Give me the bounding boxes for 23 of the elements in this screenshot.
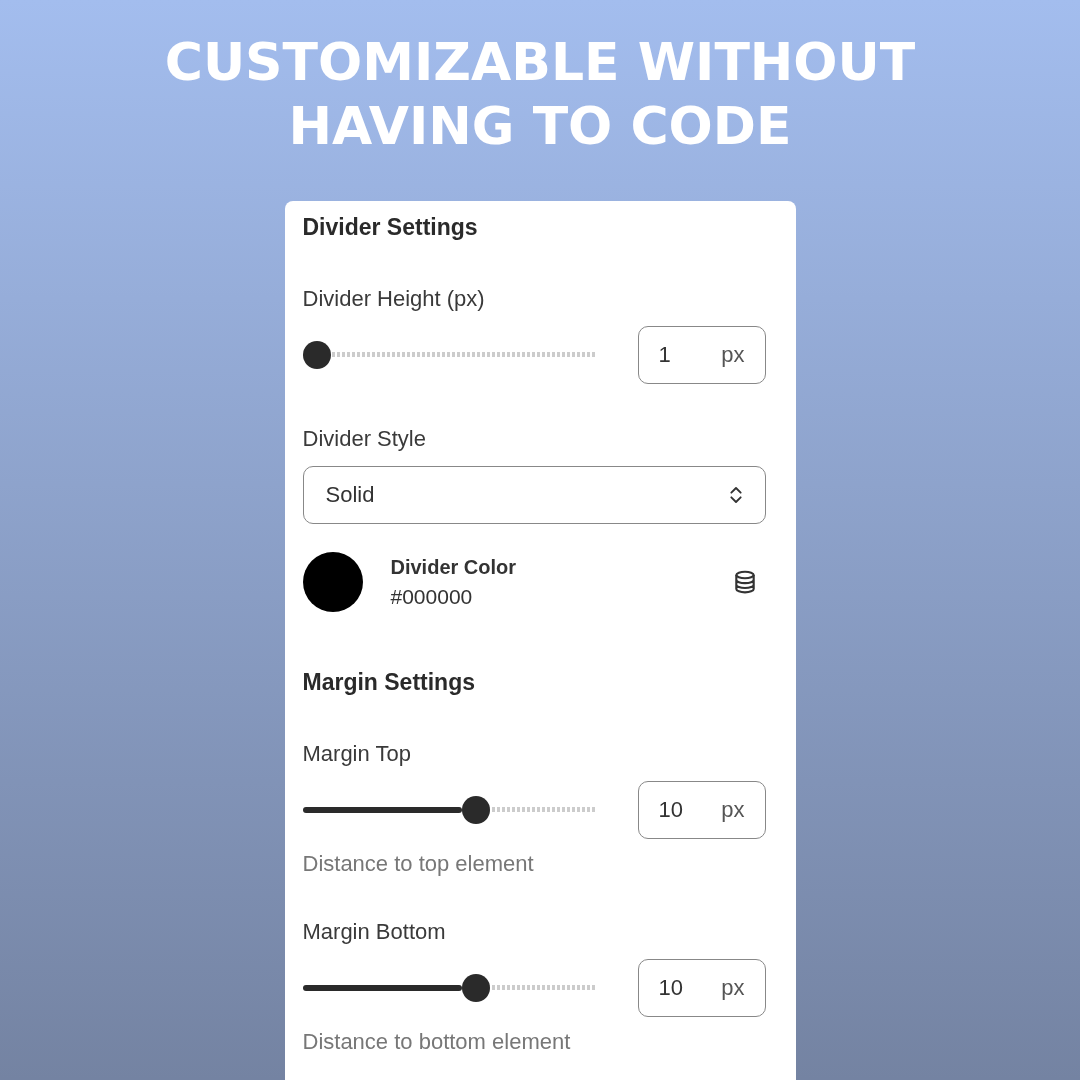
headline: CUSTOMIZABLE WITHOUT HAVING TO CODE — [164, 31, 916, 158]
dropdown-value: Solid — [325, 482, 375, 508]
unit-label: px — [721, 797, 745, 823]
number-value: 1 — [658, 342, 671, 368]
section-heading: Divider Settings — [302, 214, 479, 241]
chevron-up-down-icon — [728, 484, 743, 506]
field-label: Divider Style — [302, 426, 427, 452]
section-heading: Margin Settings — [302, 669, 476, 696]
color-label: Divider Color — [390, 555, 518, 579]
number-field[interactable]: 1 px — [637, 326, 766, 384]
style-dropdown[interactable]: Solid — [302, 466, 766, 524]
field-label: Divider Height (px) — [302, 286, 486, 312]
help-text: Distance to top element — [302, 851, 535, 877]
number-field[interactable]: 10 px — [637, 959, 766, 1017]
field-label: Margin Bottom — [302, 919, 447, 945]
number-value: 10 — [658, 797, 683, 823]
unit-label: px — [721, 342, 745, 368]
field-label: Margin Top — [302, 741, 412, 767]
number-field[interactable]: 10 px — [637, 781, 766, 839]
color-value: #000000 — [390, 584, 474, 609]
unit-label: px — [721, 975, 745, 1001]
help-text: Distance to bottom element — [302, 1029, 572, 1055]
number-value: 10 — [658, 975, 683, 1001]
